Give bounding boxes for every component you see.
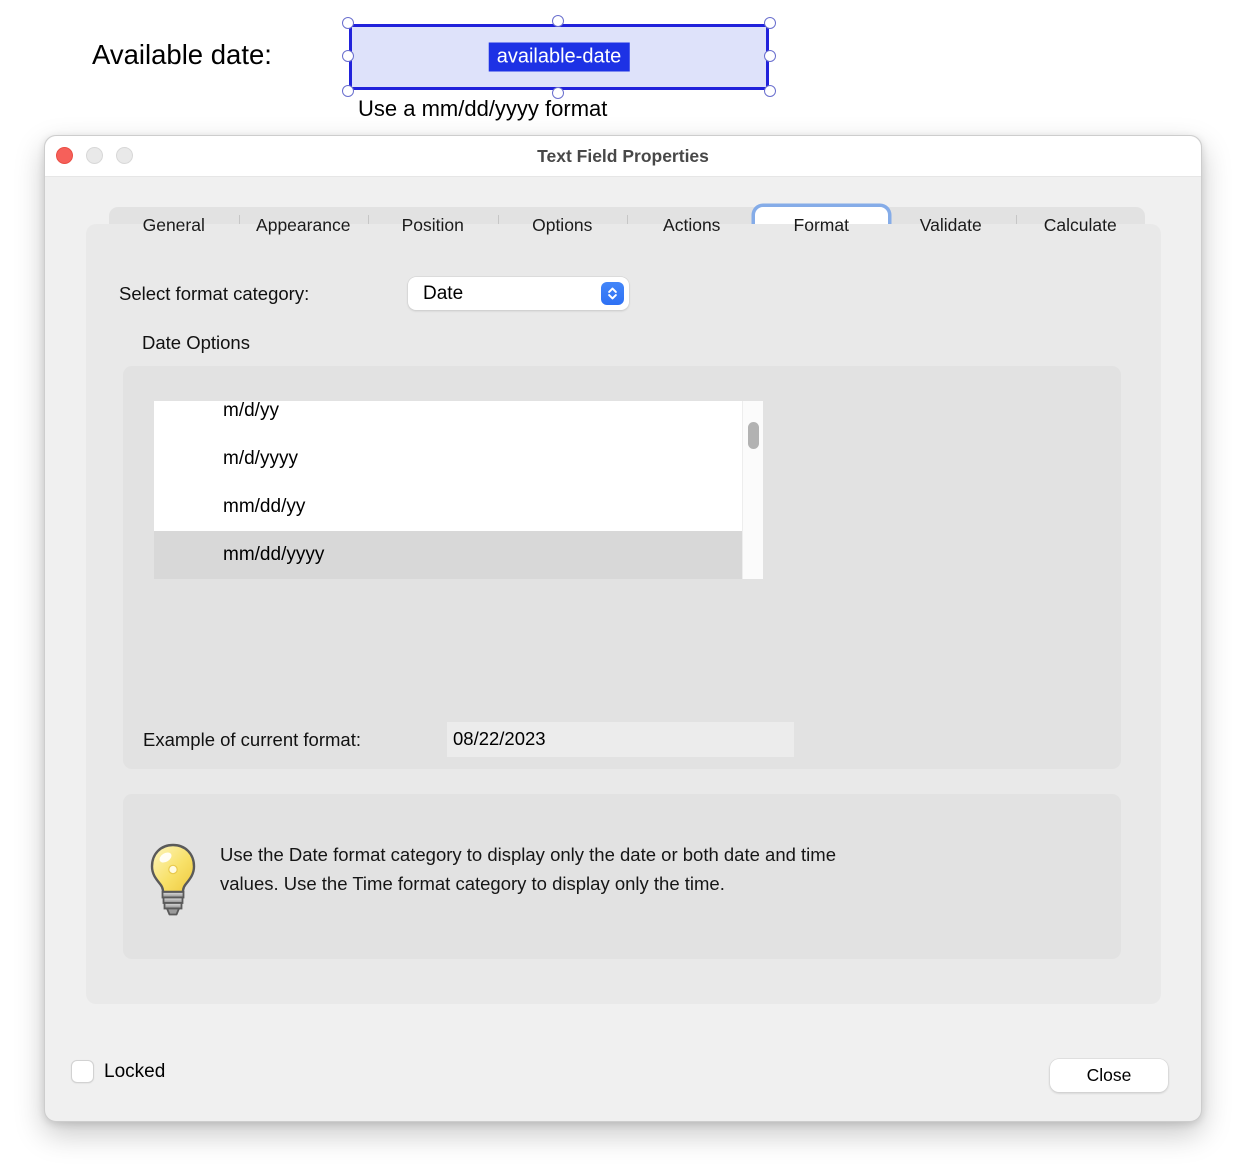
selection-handle[interactable] xyxy=(342,17,354,29)
chevron-up-down-icon xyxy=(601,282,624,305)
list-item[interactable]: mm/dd/yy xyxy=(154,483,742,531)
text-field-properties-dialog: Text Field Properties General Appearance… xyxy=(44,135,1202,1122)
format-tab-panel: Select format category: Date Date Option… xyxy=(86,224,1161,1004)
selection-handle[interactable] xyxy=(764,50,776,62)
example-format-label: Example of current format: xyxy=(143,729,361,751)
field-name-tag: available-date xyxy=(489,43,630,72)
locked-checkbox[interactable] xyxy=(71,1060,94,1083)
form-field-label: Available date: xyxy=(92,39,272,71)
date-options-title: Date Options xyxy=(142,332,250,354)
selected-text-field[interactable]: available-date xyxy=(349,24,769,90)
selection-handle[interactable] xyxy=(764,17,776,29)
date-options-panel: m/d/yy m/d/yyyy mm/dd/yy mm/dd/yyyy Exam… xyxy=(123,366,1121,769)
hint-box: Use the Date format category to display … xyxy=(123,794,1121,959)
field-tooltip-text: Use a mm/dd/yyyy format xyxy=(358,96,607,122)
example-format-value: 08/22/2023 xyxy=(447,722,794,757)
list-item[interactable]: m/d/yyyy xyxy=(154,435,742,483)
close-button[interactable]: Close xyxy=(1050,1059,1168,1092)
list-scrollbar[interactable] xyxy=(742,401,763,579)
format-category-label: Select format category: xyxy=(119,283,309,305)
hint-text: Use the Date format category to display … xyxy=(220,841,1060,898)
locked-label: Locked xyxy=(104,1061,165,1083)
screen: Available date: available-date Use a mm/… xyxy=(0,0,1244,1166)
list-item-selected[interactable]: mm/dd/yyyy xyxy=(154,531,742,579)
format-category-select[interactable]: Date xyxy=(408,277,629,310)
list-item[interactable]: m/d/yy xyxy=(154,401,742,435)
lightbulb-icon xyxy=(147,842,199,931)
hint-line-2: values. Use the Time format category to … xyxy=(220,870,1060,899)
date-format-list: m/d/yy m/d/yyyy mm/dd/yy mm/dd/yyyy xyxy=(154,401,742,579)
format-category-value: Date xyxy=(423,277,463,310)
titlebar[interactable]: Text Field Properties xyxy=(45,136,1201,177)
selection-handle[interactable] xyxy=(342,85,354,97)
selection-handle[interactable] xyxy=(342,50,354,62)
selection-handle[interactable] xyxy=(552,15,564,27)
dialog-title: Text Field Properties xyxy=(45,136,1201,177)
scrollbar-thumb[interactable] xyxy=(748,422,759,449)
hint-line-1: Use the Date format category to display … xyxy=(220,841,1060,870)
selection-handle[interactable] xyxy=(764,85,776,97)
